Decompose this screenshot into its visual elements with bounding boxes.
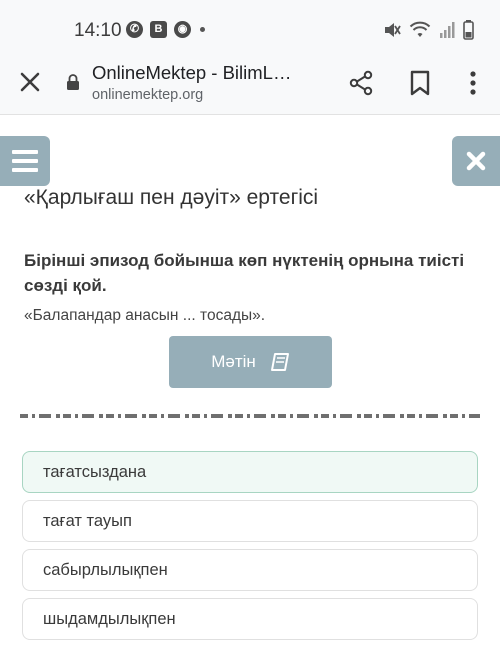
close-tab-icon[interactable] bbox=[18, 70, 42, 94]
status-bar: 14:10 ✆ B ◉ bbox=[0, 0, 500, 56]
browser-url[interactable]: onlinemektep.org bbox=[92, 87, 203, 103]
notification-dot bbox=[200, 27, 205, 32]
question-text: Бірінші эпизод бойынша көп нүктенің орны… bbox=[24, 251, 465, 295]
status-time: 14:10 bbox=[74, 20, 122, 41]
page-title: «Қарлығаш пен дәуіт» ертегісі bbox=[24, 186, 319, 209]
bookmark-icon[interactable] bbox=[409, 70, 431, 96]
vpn-icon: ◉ bbox=[174, 21, 191, 38]
answer-option[interactable]: тағат тауып bbox=[22, 500, 478, 542]
answer-option[interactable]: тағатсыздана bbox=[22, 451, 478, 493]
answer-option[interactable]: сабырлылықпен bbox=[22, 549, 478, 591]
sentence-text: «Балапандар анасын ... тосады». bbox=[24, 307, 266, 324]
more-options-icon[interactable] bbox=[466, 70, 480, 96]
book-icon bbox=[270, 353, 289, 371]
mute-icon bbox=[385, 23, 401, 37]
menu-button[interactable] bbox=[0, 136, 50, 186]
share-icon[interactable] bbox=[348, 70, 374, 96]
browser-page-title[interactable]: OnlineMektep - BilimL… bbox=[92, 62, 291, 84]
browser-toolbar: OnlineMektep - BilimL… onlinemektep.org bbox=[0, 56, 500, 115]
text-button-label: Мәтін bbox=[211, 352, 256, 371]
close-button[interactable] bbox=[452, 136, 500, 186]
hamburger-icon-bar bbox=[12, 168, 38, 172]
answer-option[interactable]: шыдамдылықпен bbox=[22, 598, 478, 640]
hamburger-icon-bar bbox=[12, 159, 38, 163]
signal-icon bbox=[440, 22, 455, 38]
section-divider bbox=[20, 414, 480, 418]
b-app-icon: B bbox=[150, 21, 167, 38]
hamburger-icon-bar bbox=[12, 150, 38, 154]
battery-icon bbox=[463, 20, 474, 40]
whatsapp-icon: ✆ bbox=[126, 21, 143, 38]
wifi-icon bbox=[409, 21, 431, 37]
text-button[interactable]: Мәтін bbox=[169, 336, 332, 388]
lock-icon bbox=[67, 74, 79, 90]
close-icon bbox=[466, 151, 486, 171]
